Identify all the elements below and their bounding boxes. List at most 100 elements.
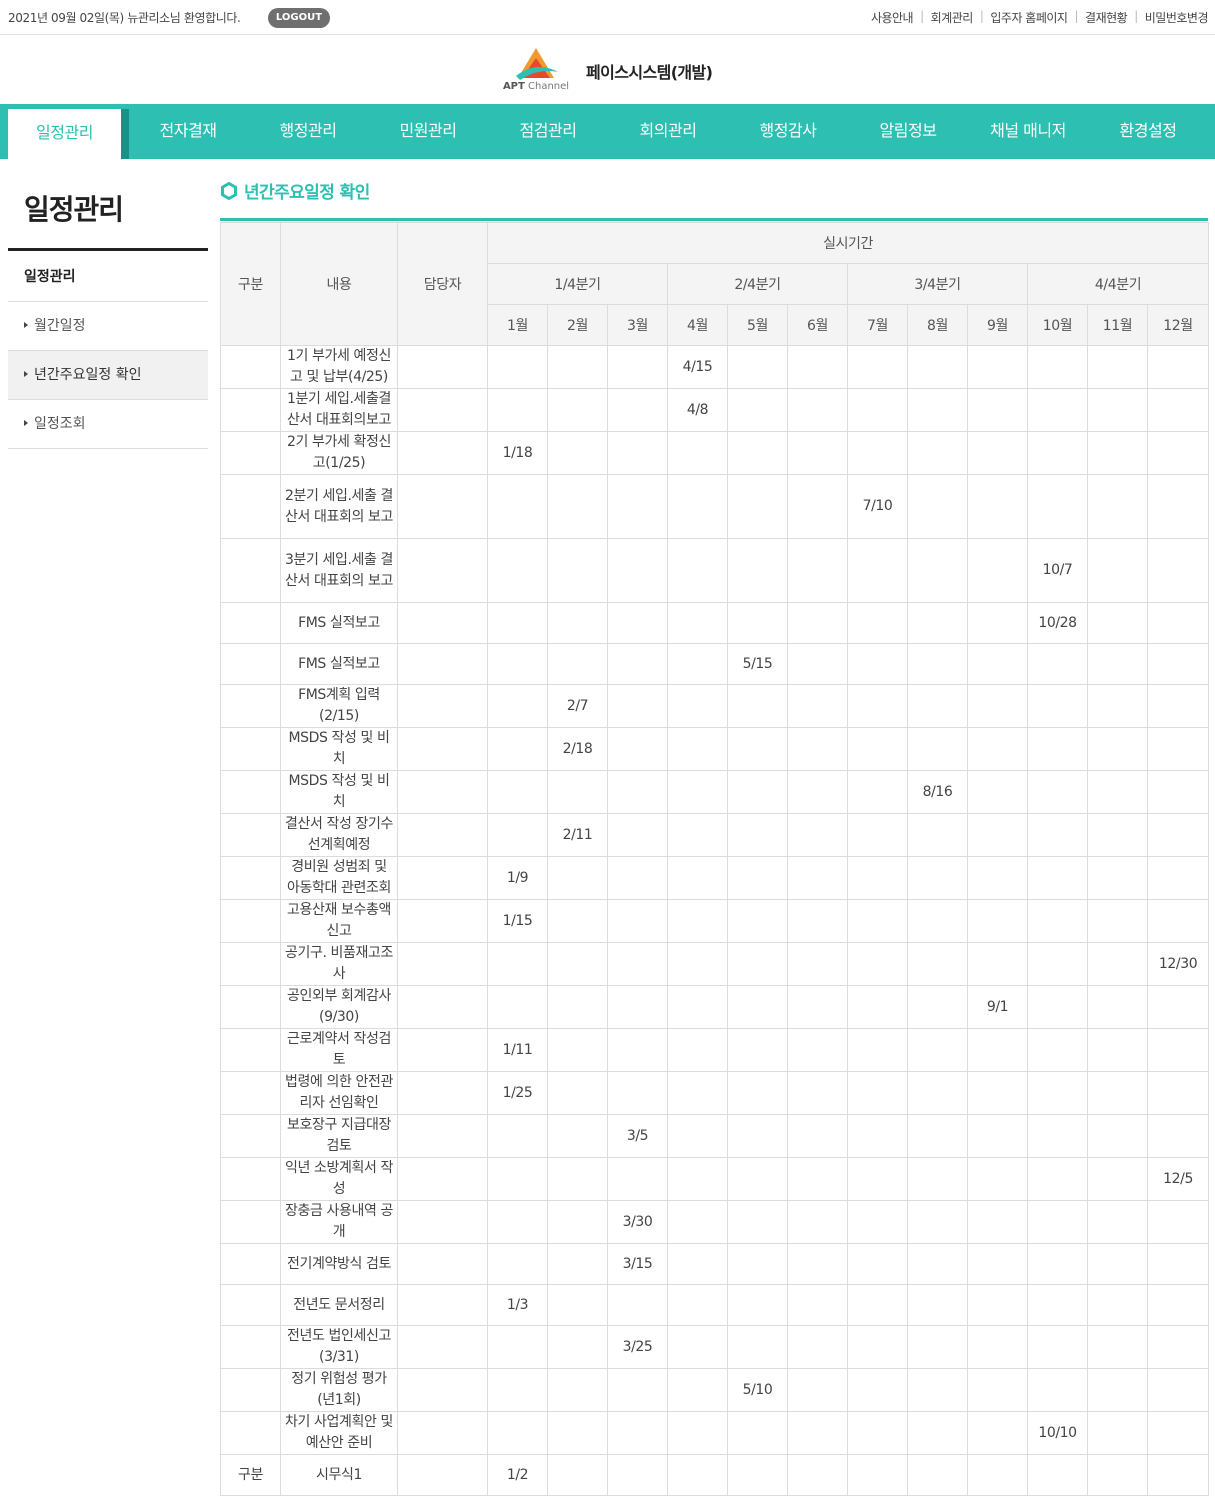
month-cell bbox=[787, 856, 848, 900]
month-cell bbox=[667, 1368, 728, 1412]
row-content: MSDS 작성 및 비치 bbox=[280, 727, 398, 771]
row-content: 법령에 의한 안전관리자 선임확인 bbox=[280, 1071, 398, 1115]
month-cell bbox=[1027, 985, 1088, 1029]
month-cell bbox=[787, 1411, 848, 1455]
month-cell bbox=[967, 856, 1028, 900]
month-cell bbox=[787, 1157, 848, 1201]
nav-item-complaints[interactable]: 민원관리 bbox=[368, 104, 488, 159]
welcome-text: 2021년 09월 02일(목) 뉴관리소님 환영합니다. bbox=[8, 11, 241, 25]
month-cell bbox=[727, 1325, 788, 1369]
month-cell bbox=[787, 813, 848, 857]
schedule-date-cell: 4/8 bbox=[667, 388, 728, 432]
sidebar-head[interactable]: 일정관리 bbox=[8, 252, 208, 302]
link-accounting[interactable]: 회계관리 bbox=[931, 9, 974, 26]
month-cell bbox=[847, 899, 908, 943]
link-guide[interactable]: 사용안내 bbox=[871, 9, 914, 26]
month-cell bbox=[907, 942, 968, 986]
month-cell bbox=[667, 899, 728, 943]
logo-mark-icon bbox=[516, 48, 558, 80]
month-cell bbox=[1087, 942, 1148, 986]
month-cell bbox=[907, 856, 968, 900]
divider: | bbox=[1074, 9, 1079, 23]
link-resident-homepage[interactable]: 입주자 홈페이지 bbox=[990, 9, 1068, 26]
link-approval-status[interactable]: 결재현황 bbox=[1085, 9, 1128, 26]
month-cell bbox=[1146, 1325, 1210, 1369]
row-category bbox=[220, 643, 281, 685]
month-cell bbox=[727, 985, 788, 1029]
nav-item-notifications[interactable]: 알림정보 bbox=[848, 104, 968, 159]
schedule-date-cell: 3/5 bbox=[607, 1114, 668, 1158]
month-cell bbox=[1146, 431, 1210, 475]
month-cell bbox=[907, 1454, 968, 1496]
month-cell bbox=[967, 1114, 1028, 1158]
nav-item-e-approval[interactable]: 전자결재 bbox=[128, 104, 248, 159]
month-cell bbox=[787, 1200, 848, 1244]
month-cell bbox=[1087, 1325, 1148, 1369]
nav-item-schedule[interactable]: 일정관리 bbox=[6, 109, 129, 159]
schedule-date-cell: 1/9 bbox=[487, 856, 548, 900]
month-cell bbox=[667, 1200, 728, 1244]
link-change-password[interactable]: 비밀번호변경 bbox=[1145, 9, 1209, 26]
month-cell bbox=[547, 942, 608, 986]
month-cell bbox=[547, 538, 608, 603]
month-cell bbox=[607, 643, 668, 685]
month-cell bbox=[907, 388, 968, 432]
row-manager bbox=[397, 1028, 488, 1072]
month-cell bbox=[967, 345, 1028, 389]
schedule-date-cell: 10/10 bbox=[1027, 1411, 1088, 1455]
month-cell bbox=[787, 1454, 848, 1496]
month-cell bbox=[907, 985, 968, 1029]
month-cell bbox=[1146, 345, 1210, 389]
month-cell bbox=[847, 1411, 908, 1455]
nav-item-channel-manager[interactable]: 채널 매니저 bbox=[968, 104, 1088, 159]
schedule-date-cell: 10/28 bbox=[1027, 602, 1088, 644]
month-cell bbox=[1027, 770, 1088, 814]
month-cell bbox=[547, 431, 608, 475]
row-content: 1분기 세입.세출결산서 대표회의보고 bbox=[280, 388, 398, 432]
row-manager bbox=[397, 1200, 488, 1244]
row-manager bbox=[397, 1411, 488, 1455]
month-cell bbox=[787, 727, 848, 771]
logout-button[interactable]: LOGOUT bbox=[268, 8, 330, 28]
header-content: 내용 bbox=[280, 222, 398, 346]
row-category bbox=[220, 1071, 281, 1115]
schedule-date-cell: 2/18 bbox=[547, 727, 608, 771]
month-cell bbox=[967, 1368, 1028, 1412]
top-links: 사용안내 | 회계관리 | 입주자 홈페이지 | 결재현황 | 비밀번호변경 bbox=[871, 9, 1209, 26]
row-content: FMS 실적보고 bbox=[280, 643, 398, 685]
nav-item-administration[interactable]: 행정관리 bbox=[248, 104, 368, 159]
logo-text: APT Channel bbox=[502, 81, 570, 92]
sidebar-item-lookup[interactable]: 일정조회 bbox=[8, 400, 208, 449]
month-cell bbox=[847, 602, 908, 644]
sidebar-item-monthly[interactable]: 월간일정 bbox=[8, 302, 208, 351]
month-cell bbox=[1027, 1200, 1088, 1244]
row-category bbox=[220, 1411, 281, 1455]
month-cell bbox=[847, 643, 908, 685]
row-content: 3분기 세입.세출 결산서 대표회의 보고 bbox=[280, 538, 398, 603]
month-cell bbox=[1146, 1114, 1210, 1158]
table-row: MSDS 작성 및 비치 2/18 bbox=[220, 727, 1210, 771]
month-cell bbox=[967, 770, 1028, 814]
month-cell bbox=[907, 474, 968, 539]
row-content: 전년도 법인세신고(3/31) bbox=[280, 1325, 398, 1369]
month-cell bbox=[667, 602, 728, 644]
table-row: 고용산재 보수총액신고 1/15 bbox=[220, 899, 1210, 943]
table-row: 경비원 성범죄 및 아동학대 관련조회 1/9 bbox=[220, 856, 1210, 900]
apt-channel-logo[interactable]: APT Channel bbox=[500, 46, 572, 94]
month-cell bbox=[1146, 727, 1210, 771]
month-cell bbox=[547, 770, 608, 814]
sidebar-item-annual[interactable]: 년간주요일정 확인 bbox=[8, 351, 208, 400]
month-cell bbox=[967, 474, 1028, 539]
nav-item-meetings[interactable]: 회의관리 bbox=[608, 104, 728, 159]
month-cell bbox=[1087, 1114, 1148, 1158]
month-cell bbox=[547, 643, 608, 685]
month-cell bbox=[1027, 431, 1088, 475]
month-cell bbox=[667, 1114, 728, 1158]
nav-item-inspection[interactable]: 점검관리 bbox=[488, 104, 608, 159]
nav-item-settings[interactable]: 환경설정 bbox=[1088, 104, 1208, 159]
table-row: MSDS 작성 및 비치 8/16 bbox=[220, 770, 1210, 814]
month-cell bbox=[727, 431, 788, 475]
nav-item-audit[interactable]: 행정감사 bbox=[728, 104, 848, 159]
month-cell bbox=[1027, 899, 1088, 943]
header-quarter: 3/4분기 bbox=[847, 263, 1028, 305]
